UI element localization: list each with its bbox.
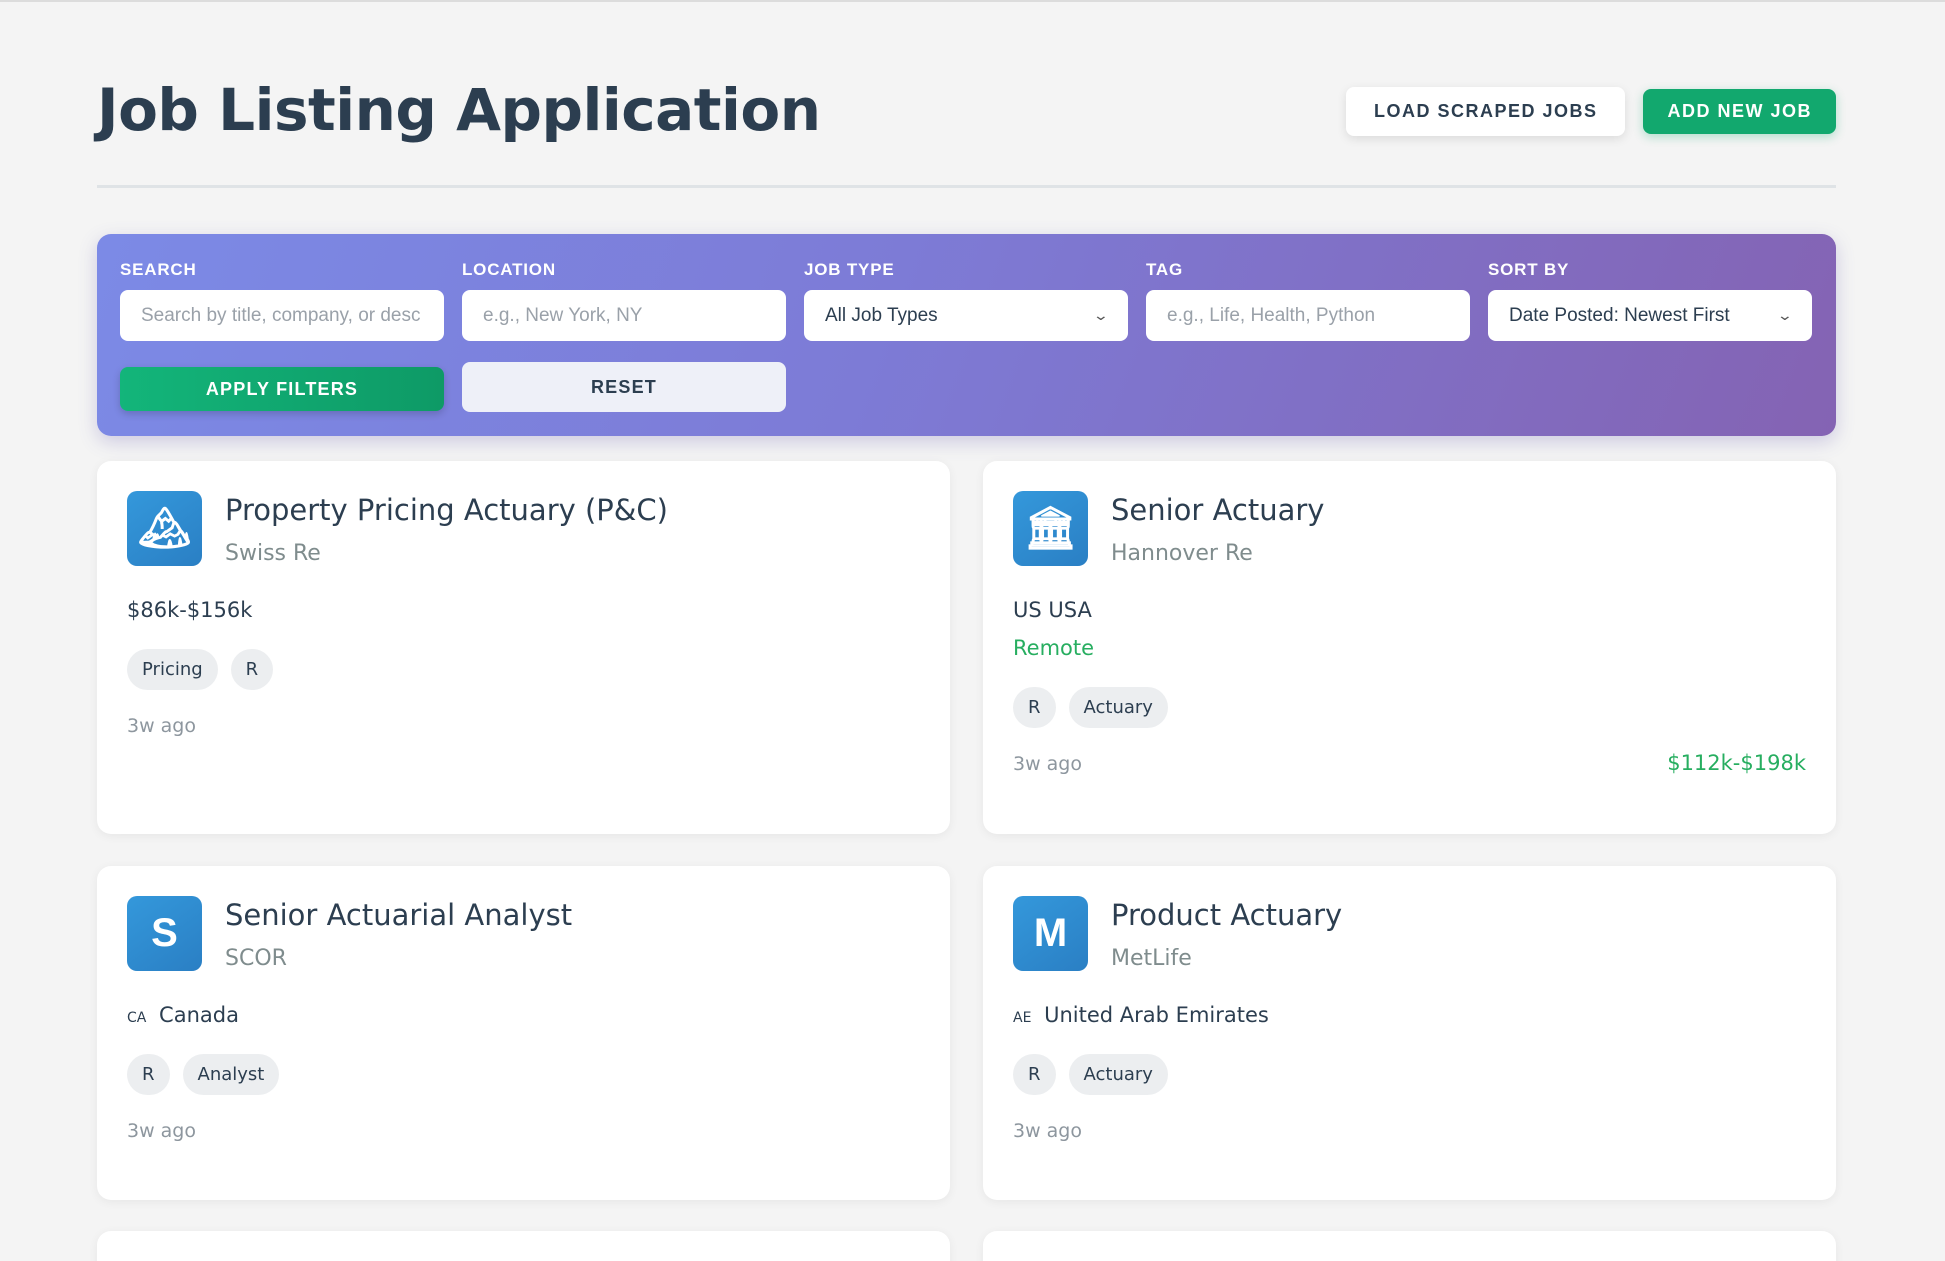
job-type-label: JOB TYPE [804, 260, 895, 279]
job-card[interactable] [983, 1231, 1836, 1261]
tag-label: TAG [1146, 260, 1184, 279]
location-label: LOCATION [462, 260, 556, 279]
posted-time: 3w ago [1013, 1120, 1082, 1142]
tag-chip[interactable]: Actuary [1068, 687, 1168, 728]
salary: $86k-$156k [127, 598, 253, 622]
posted-time: 3w ago [1013, 753, 1082, 775]
job-title[interactable]: Product Actuary [1111, 898, 1342, 932]
job-title[interactable]: Senior Actuary [1111, 493, 1324, 527]
sort-filter: SORT BY Date Posted: Newest First ⌄ [1488, 260, 1812, 341]
letter-m-icon: M [1013, 896, 1088, 971]
location: AE United Arab Emirates [1013, 1003, 1269, 1027]
tag-chip[interactable]: R [1013, 687, 1056, 728]
job-card[interactable]: 🏔 Property Pricing Actuary (P&C) Swiss R… [97, 461, 950, 834]
tag-chip[interactable]: R [127, 1054, 170, 1095]
posted-time: 3w ago [127, 1120, 196, 1142]
bank-icon: 🏛 [1013, 491, 1088, 566]
sort-label: SORT BY [1488, 260, 1570, 279]
job-title[interactable]: Property Pricing Actuary (P&C) [225, 493, 668, 527]
job-type-value: All Job Types [825, 304, 938, 326]
job-type-select[interactable]: All Job Types ⌄ [804, 290, 1128, 341]
job-card[interactable]: S Senior Actuarial Analyst SCOR CA Canad… [97, 866, 950, 1200]
filter-panel: SEARCH LOCATION JOB TYPE All Job Types ⌄… [97, 234, 1836, 436]
page-header: Job Listing Application LOAD SCRAPED JOB… [97, 2, 1836, 188]
tag-list: R Analyst [127, 1054, 280, 1095]
tag-chip[interactable]: Actuary [1068, 1054, 1168, 1095]
country-name: Canada [159, 1003, 239, 1027]
search-label: SEARCH [120, 260, 197, 279]
tag-chip[interactable]: Analyst [182, 1054, 280, 1095]
chevron-down-icon: ⌄ [1092, 307, 1110, 323]
country-code: AE [1013, 1010, 1032, 1026]
company-name: SCOR [225, 946, 287, 971]
apply-filters-button[interactable]: APPLY FILTERS [120, 367, 444, 411]
location-input[interactable] [462, 290, 786, 341]
search-input[interactable] [120, 290, 444, 341]
posted-time: 3w ago [127, 715, 196, 737]
page-title: Job Listing Application [97, 76, 821, 144]
reset-button[interactable]: RESET [462, 362, 786, 412]
sort-select[interactable]: Date Posted: Newest First ⌄ [1488, 290, 1812, 341]
mountain-icon: 🏔 [127, 491, 202, 566]
job-card[interactable]: 🏛 Senior Actuary Hannover Re US USA Remo… [983, 461, 1836, 834]
company-name: Swiss Re [225, 541, 321, 566]
country-name: USA [1048, 598, 1092, 622]
sort-value: Date Posted: Newest First [1509, 304, 1730, 326]
letter-s-icon: S [127, 896, 202, 971]
add-new-job-button[interactable]: ADD NEW JOB [1643, 89, 1836, 134]
country-code: CA [127, 1010, 147, 1026]
tag-chip[interactable]: Pricing [127, 649, 218, 690]
job-card[interactable]: M Product Actuary MetLife AE United Arab… [983, 866, 1836, 1200]
tag-chip[interactable]: R [1013, 1054, 1056, 1095]
chevron-down-icon: ⌄ [1776, 307, 1794, 323]
tag-list: Pricing R [127, 649, 274, 690]
location: CA Canada [127, 1003, 239, 1027]
country-name: United Arab Emirates [1044, 1003, 1269, 1027]
load-scraped-jobs-button[interactable]: LOAD SCRAPED JOBS [1345, 87, 1626, 136]
tag-chip[interactable]: R [230, 649, 274, 690]
job-title[interactable]: Senior Actuarial Analyst [225, 898, 572, 932]
location: US USA [1013, 598, 1092, 622]
tag-input[interactable] [1146, 290, 1470, 341]
company-name: MetLife [1111, 946, 1192, 971]
tag-filter: TAG [1146, 260, 1470, 341]
tag-list: R Actuary [1013, 687, 1168, 728]
remote-badge: Remote [1013, 636, 1095, 660]
location-filter: LOCATION [462, 260, 786, 341]
salary: $112k-$198k [1667, 751, 1806, 775]
header-actions: LOAD SCRAPED JOBS ADD NEW JOB [1345, 87, 1836, 136]
tag-list: R Actuary [1013, 1054, 1168, 1095]
job-type-filter: JOB TYPE All Job Types ⌄ [804, 260, 1128, 341]
job-card[interactable] [97, 1231, 950, 1261]
country-code: US [1013, 598, 1042, 622]
page: Job Listing Application LOAD SCRAPED JOB… [97, 2, 1836, 1261]
search-filter: SEARCH [120, 260, 444, 341]
company-name: Hannover Re [1111, 541, 1253, 566]
